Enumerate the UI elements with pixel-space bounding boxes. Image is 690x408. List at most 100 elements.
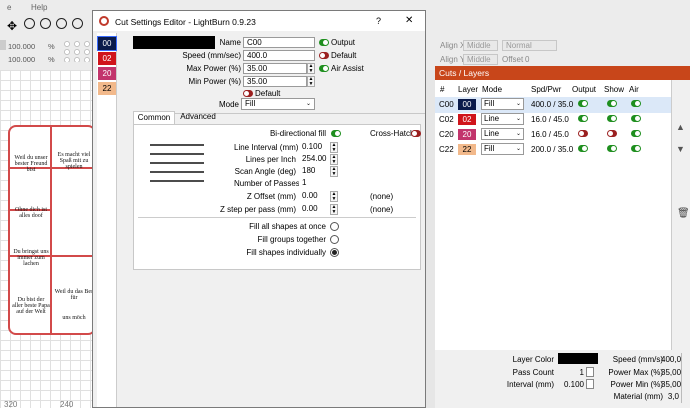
power-max-label: Power Max (%) [608,368,663,377]
puzzle-text-4: Du bringst uns immer zum lachen [13,249,49,267]
name-input[interactable]: C00 [243,37,315,48]
close-button[interactable]: ✕ [405,15,413,26]
col-header-spdpwr: Spd/Pwr [531,85,562,94]
air-assist-toggle[interactable] [319,65,329,74]
air-toggle[interactable] [631,115,641,124]
mode-select[interactable]: Line ⌄ [481,128,524,140]
show-toggle[interactable] [607,100,617,109]
min-power-input[interactable]: 35.00 [243,76,307,87]
height-value[interactable]: 100.000 [8,55,35,64]
width-value[interactable]: 100.000 [8,42,35,51]
layer-item-22[interactable]: 22 [98,82,116,95]
default-toggle[interactable] [319,52,329,61]
tab-common[interactable]: Common [133,111,175,124]
delete-icon[interactable]: 🗑 [677,208,690,219]
show-toggle[interactable] [607,130,617,139]
layer-item-02[interactable]: 02 [98,52,116,65]
fill-groups-radio[interactable] [330,235,339,244]
align-y-select[interactable]: Middle [463,54,498,65]
zoom-in-icon[interactable] [24,18,35,29]
z-step-input[interactable]: 0.00 [299,204,329,215]
crosshatch-toggle[interactable] [411,130,421,139]
layer-color-swatch[interactable] [558,353,598,364]
show-toggle[interactable] [607,145,617,154]
air-toggle[interactable] [631,100,641,109]
speed-power-value: 400.0 / 35.0 [531,100,574,109]
z-step-label: Z step per pass (mm) [219,205,296,214]
max-power-spinner[interactable]: ▲ ▼ [307,63,315,74]
material-value[interactable]: 3,0 [661,392,679,401]
col-header-show: Show [604,85,625,94]
interval-spinner[interactable]: ▲ ▼ [330,142,338,153]
scan-angle-input[interactable]: 180 [299,166,329,177]
power-min-value[interactable]: 35,00 [661,380,681,389]
ruler-bottom-240: 240 [60,400,74,408]
align-x-select[interactable]: Middle [463,40,498,51]
z-step-spinner[interactable]: ▲ ▼ [330,204,338,215]
power-max-value[interactable]: 35,00 [661,368,681,377]
pass-count-label: Pass Count [512,368,554,377]
power-min-label: Power Min (%) [610,380,663,389]
output-toggle[interactable] [578,130,588,139]
mode-select[interactable]: Line ⌄ [481,113,524,125]
min-power-spinner[interactable]: ▲ ▼ [307,76,315,87]
fill-indiv-radio[interactable] [330,248,339,257]
help-button[interactable]: ? [376,16,381,26]
fill-direction-icon [150,144,204,182]
menu-item-help[interactable]: Help [31,3,47,12]
puzzle-text-5: Du bist der aller beste Papa auf der Wel… [12,297,50,315]
show-toggle[interactable] [607,115,617,124]
offset-value[interactable]: 0 [525,55,529,64]
layer-item-20[interactable]: 20 [98,67,116,80]
interval-input[interactable]: 0.100 [299,142,329,153]
zoom-fit-icon[interactable] [56,18,67,29]
interval-spinner[interactable] [586,379,594,389]
layer-color-bar[interactable] [133,36,215,49]
passes-input[interactable]: 1 [299,178,329,189]
spinner-column[interactable] [681,353,689,403]
move-down-icon[interactable]: ▼ [676,144,685,154]
move-up-icon[interactable]: ▲ [676,122,685,132]
scan-angle-spinner[interactable]: ▲ ▼ [330,166,338,177]
fill-all-radio[interactable] [330,222,339,231]
zoom-page-icon[interactable] [72,18,83,29]
pass-count-value[interactable]: 1 [558,368,584,377]
z-offset-input[interactable]: 0.00 [299,191,329,202]
speed-power-value: 16.0 / 45.0 [531,115,569,124]
col-header-air: Air [629,85,639,94]
layer-item-00[interactable]: 00 [97,36,117,51]
mode-select[interactable]: Fill ⌄ [241,98,315,110]
speed-value[interactable]: 400,0 [661,355,681,364]
crosshatch-label: Cross-Hatch [370,129,415,138]
z-offset-spinner[interactable]: ▲ ▼ [330,191,338,202]
zoom-out-icon[interactable] [40,18,51,29]
lock-icon[interactable] [0,40,6,50]
puzzle-artwork[interactable]: Weil du unser bester Freund bist Es mach… [8,125,96,335]
tab-advanced[interactable]: Advanced [177,111,219,124]
dialog-titlebar[interactable]: Cut Settings Editor - LightBurn 0.9.23 ?… [93,11,425,31]
air-toggle[interactable] [631,145,641,154]
output-toggle[interactable] [578,145,588,154]
origin-selector[interactable] [62,40,92,62]
lpi-input[interactable]: 254.00 [299,154,329,165]
max-power-input[interactable]: 35.00 [243,63,307,74]
speed-input[interactable]: 400.0 [243,50,315,61]
pass-count-spinner[interactable] [586,367,594,377]
move-icon[interactable]: ✥ [7,19,17,33]
mode-select[interactable]: Fill ⌄ [481,143,524,155]
interval-value[interactable]: 0.100 [558,380,584,389]
cuts-layers-title: Cuts / Layers [435,66,690,80]
lpi-spinner[interactable]: ▲ ▼ [330,154,338,165]
output-toggle[interactable] [578,115,588,124]
menu-item-edit[interactable]: e [7,3,11,12]
mode-select[interactable]: Fill ⌄ [481,98,524,110]
lightburn-logo-icon [99,16,109,26]
output-toggle[interactable] [578,100,588,109]
row-num: C02 [439,115,454,124]
puzzle-text-3: Ohne dich ist alles doof [15,207,47,219]
bidir-toggle[interactable] [331,130,341,139]
blend-mode-select[interactable]: Normal [502,40,557,51]
output-toggle[interactable] [319,39,329,48]
air-toggle[interactable] [631,130,641,139]
puzzle-text-2: Es macht viel Spaß mit zu spielen [57,152,91,170]
